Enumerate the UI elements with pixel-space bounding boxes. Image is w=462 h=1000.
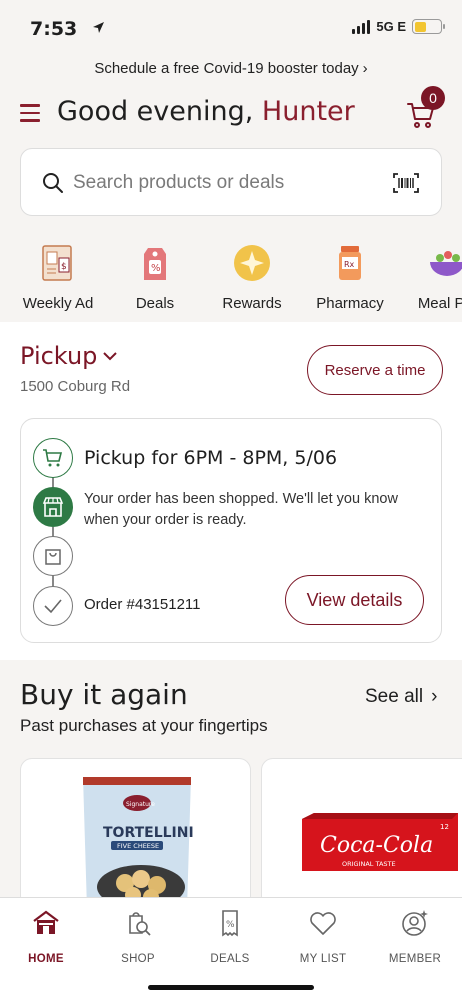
cart-count-badge[interactable]: 0 [421,86,445,110]
chevron-right-icon: › [362,60,368,77]
tab-my-list[interactable]: MY LIST [283,908,363,965]
search-icon [43,173,63,193]
shop-search-icon [129,912,151,936]
section-title: Buy it again [20,678,188,711]
step-store [33,487,73,527]
chevron-down-icon [103,352,118,361]
tab-label: MY LIST [299,953,347,965]
section-subtitle: Past purchases at your fingertips [20,716,268,735]
greeting: Good evening, Hunter [57,96,355,127]
status-bar: 7:53 5G E [0,0,462,56]
category-weekly-ad[interactable]: $ Weekly Ad [13,238,103,312]
search-bar[interactable] [20,148,442,216]
product-variant: ORIGINAL TASTE [342,860,396,868]
tab-label: HOME [28,953,64,965]
tab-home[interactable]: HOME [6,908,86,965]
bag-icon [45,549,61,565]
weekly-ad-icon: $ [42,245,72,281]
category-label: Pharmacy [316,295,384,312]
step-bag [33,536,73,576]
svg-text:Signature: Signature [126,801,155,808]
coca-cola-product-image: Coca-Cola ORIGINAL TASTE 12 [302,813,458,871]
category-deals[interactable]: % Deals [110,238,200,312]
network-type: 5G E [376,19,406,34]
rewards-star-icon [234,245,270,281]
product-brand: Coca-Cola [320,833,433,858]
tab-member[interactable]: MEMBER [375,908,455,965]
category-pharmacy[interactable]: Rx Pharmacy [305,238,395,312]
search-input[interactable] [73,168,373,198]
svg-text:$: $ [61,262,67,272]
see-all-link[interactable]: See all › [365,686,437,708]
barcode-scan-icon[interactable] [393,172,419,194]
category-label: Weekly Ad [22,295,94,312]
deals-tag-icon: % [144,248,166,280]
home-indicator [148,985,314,990]
store-address: 1500 Coburg Rd [20,378,131,395]
app-screen: 7:53 5G E Schedule a free Covid-19 boost… [0,0,462,1000]
product-card-tortellini[interactable]: Signature TORTELLINI FIVE CHEESE [20,758,251,908]
pharmacy-rx-icon: Rx [339,246,361,280]
product-card-coca-cola[interactable]: Coca-Cola ORIGINAL TASTE 12 [261,758,462,908]
category-label: Deals [135,295,175,312]
category-meal-plan[interactable]: Meal Pla [402,238,462,312]
tab-shop[interactable]: SHOP [98,908,178,965]
product-variant: FIVE CHEESE [117,842,159,850]
pickup-section: Pickup 1500 Coburg Rd Reserve a time Pic… [0,322,462,660]
tortellini-product-image: Signature TORTELLINI FIVE CHEESE [83,777,194,907]
store-icon [42,497,64,517]
heart-icon [310,912,336,935]
category-rewards[interactable]: Rewards [207,238,297,312]
cart-icon [43,449,63,467]
category-label: Meal Pla [417,295,462,312]
buy-it-again-section: Buy it again Past purchases at your fing… [0,660,462,908]
pickup-window: Pickup for 6PM - 8PM, 5/06 [84,447,338,469]
deals-coupon-icon: % [222,910,238,937]
svg-text:Rx: Rx [344,260,355,269]
tab-label: DEALS [210,953,250,965]
tab-label: SHOP [121,953,155,965]
meal-plan-icon [430,251,462,276]
checkmark-icon [44,599,62,614]
tab-deals[interactable]: % DEALS [190,908,270,965]
chevron-right-icon: › [431,686,438,707]
product-count: 12 [440,823,449,831]
order-number: Order #43151211 [84,596,201,613]
see-all-label: See all [365,686,424,707]
svg-text:%: % [151,263,161,274]
location-arrow-icon [93,22,104,33]
battery-icon [412,19,445,34]
member-icon [402,910,428,936]
greeting-text: Good evening, [57,96,262,127]
signal-icon [352,19,371,34]
user-name: Hunter [261,96,355,127]
svg-text:%: % [226,920,235,930]
status-time: 7:53 [30,18,78,40]
reserve-time-button[interactable]: Reserve a time [307,345,443,395]
promo-text: Schedule a free Covid-19 booster today [94,60,359,77]
status-indicators: 5G E [352,19,445,34]
view-details-button[interactable]: View details [285,575,424,625]
step-complete [33,586,73,626]
step-cart [33,438,73,478]
category-label: Rewards [222,295,282,312]
home-icon [33,910,59,934]
covid-booster-banner[interactable]: Schedule a free Covid-19 booster today › [0,60,462,77]
order-status-card[interactable]: Pickup for 6PM - 8PM, 5/06 Your order ha… [20,418,442,643]
tab-label: MEMBER [388,953,442,965]
category-shortcuts: $ Weekly Ad % Deals Rewards Rx Pharmacy … [0,238,462,318]
product-name: TORTELLINI [103,825,194,841]
fulfillment-type: Pickup [20,342,98,370]
fulfillment-selector[interactable]: Pickup [20,342,118,370]
menu-icon[interactable] [20,104,40,122]
order-status-message: Your order has been shopped. We'll let y… [84,491,398,528]
